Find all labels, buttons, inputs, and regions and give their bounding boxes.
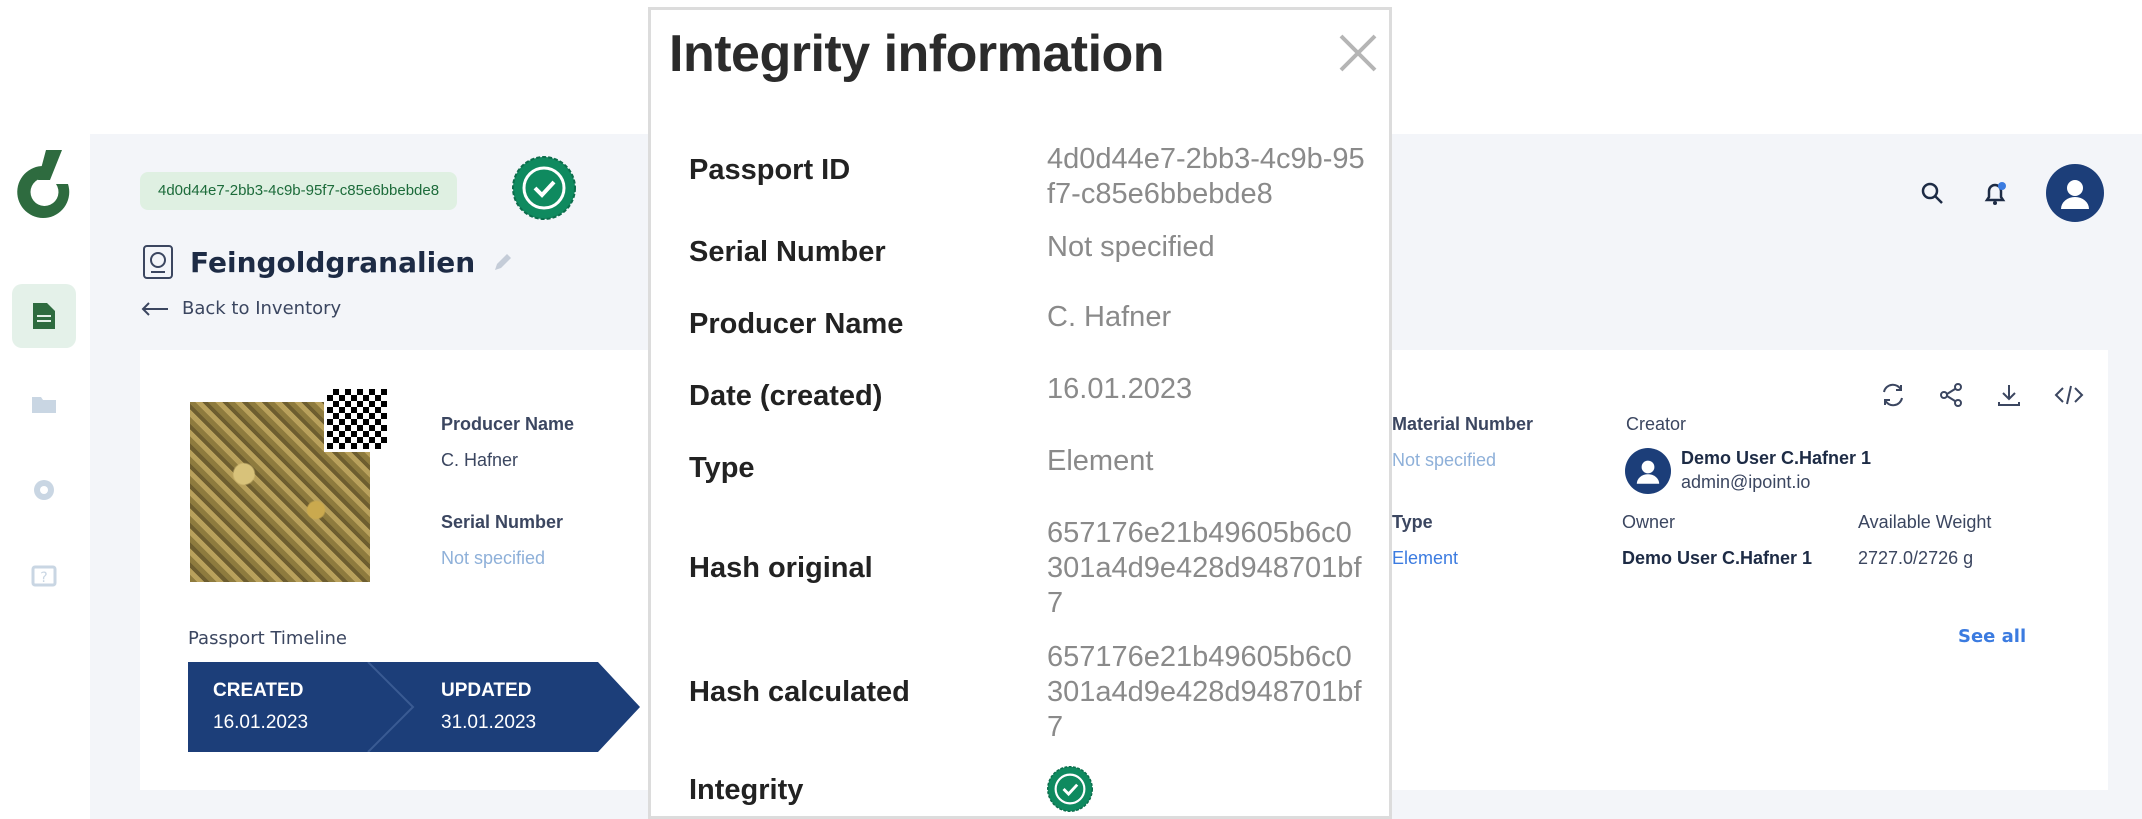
- type-label: Type: [1392, 512, 1433, 532]
- gear-icon: [34, 480, 54, 500]
- hash-original-value: 657176e21b49605b6c0301a4d9e428d948701bf7: [1047, 517, 1362, 619]
- user-icon: [2061, 180, 2089, 209]
- serial-number-label: Serial Number: [689, 236, 886, 268]
- user-avatar[interactable]: [2046, 164, 2104, 222]
- creator-name[interactable]: Demo User C.Hafner 1: [1681, 448, 1871, 469]
- verified-icon[interactable]: [512, 156, 576, 220]
- serial-number-value: Not specified: [1047, 231, 1215, 263]
- producer-name-label: Producer Name: [689, 308, 904, 340]
- integrity-modal: Integrity information Passport ID 4d0d44…: [648, 7, 1392, 819]
- top-toolbar: [1920, 164, 2104, 222]
- see-all-link[interactable]: See all: [1958, 626, 2026, 647]
- creator-email: admin@ipoint.io: [1681, 472, 1811, 492]
- timeline-label: Passport Timeline: [188, 628, 347, 649]
- creator-avatar[interactable]: [1625, 448, 1671, 494]
- passport-id-chip[interactable]: 4d0d44e7-2bb3-4c9b-95f7-c85e6bbebde8: [140, 172, 458, 210]
- weight-label: Available Weight: [1858, 512, 1992, 532]
- verified-icon: [1047, 766, 1093, 812]
- back-to-inventory-link[interactable]: Back to Inventory: [140, 298, 341, 319]
- sidebar-item-settings[interactable]: [12, 458, 76, 522]
- passport-id-value: 4d0d44e7-2bb3-4c9b-95f7-c85e6bbebde8: [1047, 143, 1365, 210]
- date-created-label: Date (created): [689, 380, 883, 412]
- hash-calculated-value: 657176e21b49605b6c0301a4d9e428d948701bf7: [1047, 641, 1362, 743]
- code-icon[interactable]: [2054, 382, 2084, 408]
- close-icon[interactable]: [1335, 30, 1381, 76]
- back-arrow-icon: [141, 301, 168, 316]
- hash-calculated-label: Hash calculated: [689, 676, 910, 708]
- type-label: Type: [689, 452, 755, 484]
- owner-label: Owner: [1622, 512, 1676, 532]
- sidebar-item-help[interactable]: ?: [12, 546, 76, 610]
- timeline-updated-date: 31.01.2023: [441, 712, 537, 733]
- card-actions: [1880, 382, 2084, 408]
- producer-name-value: C. Hafner: [1047, 301, 1172, 333]
- material-number-label: Material Number: [1392, 414, 1534, 434]
- serial-number-label: Serial Number: [441, 512, 564, 532]
- sync-icon[interactable]: [1880, 382, 1906, 408]
- timeline-updated-label: UPDATED: [441, 680, 532, 701]
- owner-value[interactable]: Demo User C.Hafner 1: [1622, 548, 1812, 569]
- page-title-row: Feingoldgranalien: [142, 244, 515, 280]
- search-icon[interactable]: [1920, 181, 1944, 205]
- document-icon: [33, 303, 55, 329]
- page-title: Feingoldgranalien: [190, 245, 476, 279]
- modal-title: Integrity information: [669, 25, 1165, 83]
- logo-icon[interactable]: [10, 150, 78, 228]
- passport-id-label: Passport ID: [689, 154, 851, 186]
- creator-label: Creator: [1626, 414, 1687, 434]
- passport-icon: [143, 245, 173, 279]
- date-created-value: 16.01.2023: [1047, 373, 1193, 405]
- qr-code[interactable]: [324, 386, 390, 452]
- serial-number-value: Not specified: [441, 548, 546, 568]
- svg-text:?: ?: [40, 570, 47, 586]
- hash-original-label: Hash original: [689, 552, 873, 584]
- timeline-bar: [188, 662, 640, 752]
- share-icon[interactable]: [1938, 382, 1964, 408]
- back-label: Back to Inventory: [182, 298, 342, 319]
- integrity-label: Integrity: [689, 774, 804, 806]
- bell-icon[interactable]: [1982, 180, 2008, 206]
- timeline-created-label: CREATED: [213, 680, 304, 701]
- sidebar-item-passports[interactable]: [12, 284, 76, 348]
- weight-value: 2727.0/2726 g: [1858, 548, 1974, 568]
- type-value: Element: [1047, 445, 1154, 477]
- timeline-created-date: 16.01.2023: [213, 712, 309, 733]
- sidebar-item-inventory[interactable]: [12, 372, 76, 436]
- help-icon: ?: [31, 565, 57, 587]
- type-value: Element: [1392, 548, 1459, 568]
- edit-icon[interactable]: [491, 250, 515, 274]
- download-icon[interactable]: [1996, 382, 2022, 408]
- material-number-value: Not specified: [1392, 450, 1497, 470]
- user-icon: [1636, 460, 1660, 484]
- producer-name-value: C. Hafner: [441, 450, 519, 470]
- producer-name-label: Producer Name: [441, 414, 575, 434]
- folder-icon: [32, 397, 56, 413]
